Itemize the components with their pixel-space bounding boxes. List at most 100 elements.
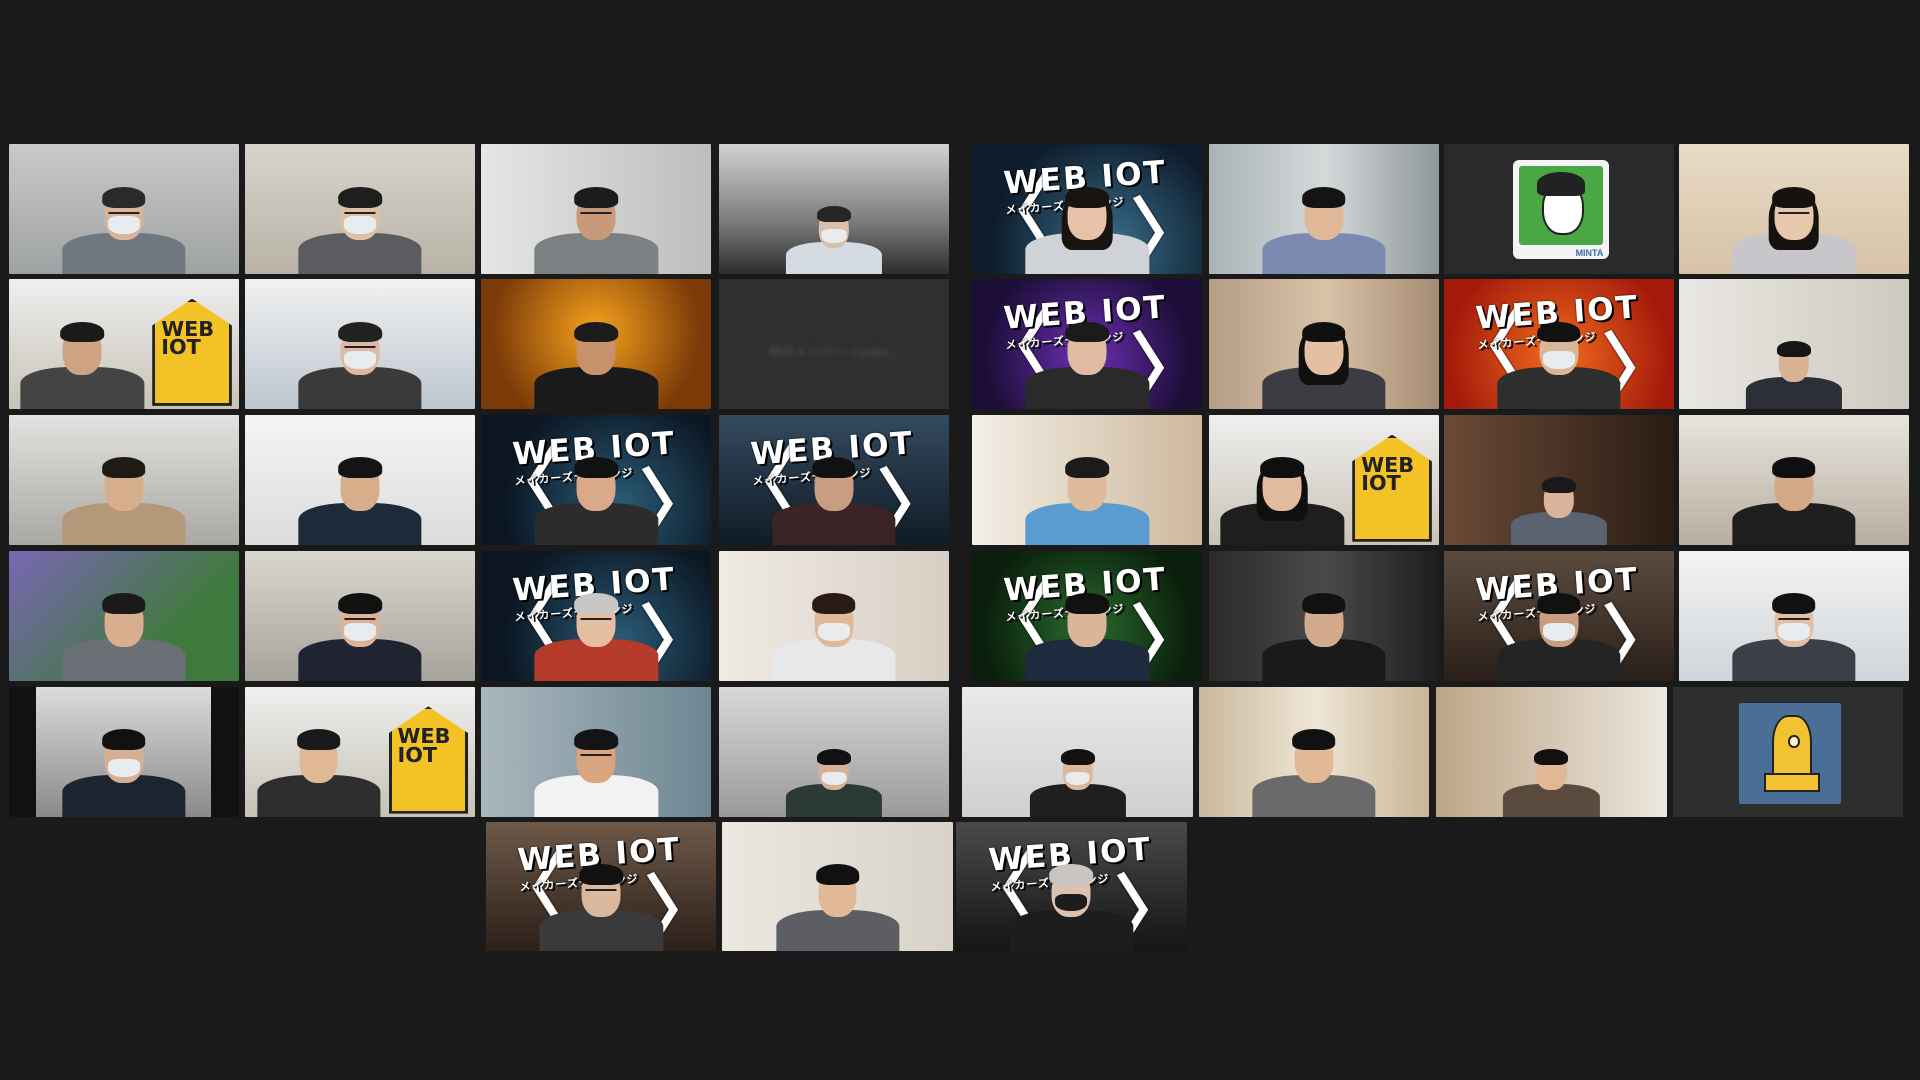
participant-tile[interactable] [481, 279, 712, 409]
face-mask [1055, 893, 1088, 912]
robot-eye [1788, 735, 1800, 749]
glasses [344, 346, 376, 349]
participant-tile[interactable] [972, 415, 1203, 545]
participant-hair [101, 457, 146, 479]
glasses [580, 211, 612, 214]
participant-tile[interactable]: 〈〉WEB IOTメイカーズチャレンジ [972, 144, 1203, 275]
participant-tile[interactable]: 〈〉WEB IOTメイカーズチャレンジ [481, 415, 712, 545]
participant-tile[interactable] [1678, 144, 1909, 275]
participant-tile[interactable] [718, 144, 949, 275]
face-mask [344, 351, 376, 369]
participant-tile[interactable]: 〈〉WEB IOTメイカーズチャレンジ [972, 279, 1203, 409]
participant-tile[interactable] [718, 686, 949, 817]
participant-hair [101, 729, 146, 751]
participant-tile[interactable]: MINTA [1443, 144, 1674, 275]
participant-tile[interactable] [722, 821, 953, 952]
face-mask [821, 771, 847, 786]
glasses [344, 618, 376, 621]
participant-tile[interactable] [8, 144, 239, 275]
participant-hair [338, 186, 382, 208]
participant-tile[interactable]: WEB IOT [8, 279, 239, 409]
face-mask [817, 623, 850, 641]
participant-hair [1301, 593, 1346, 615]
participant-tile[interactable] [1678, 415, 1909, 545]
profile-picture-art [1518, 166, 1604, 245]
participant-tile[interactable] [8, 686, 239, 817]
participant-hair [816, 748, 851, 765]
participant-hair [338, 593, 382, 615]
participant-hair [101, 593, 146, 615]
participant-hair [574, 457, 619, 479]
participant-tile[interactable] [244, 415, 476, 545]
face-mask [344, 623, 376, 641]
participant-hair [1060, 748, 1095, 765]
glasses [108, 211, 140, 214]
participant-tile[interactable]: WEB IOT [244, 686, 476, 817]
participant-hair [296, 729, 341, 751]
participant-hair [815, 864, 860, 885]
house-sign-text: WEB IOT [161, 316, 215, 360]
letterbox-left [8, 686, 37, 817]
glasses [1778, 618, 1810, 621]
participant-tile[interactable]: 〈〉WEB IOTメイカーズチャレンジ [972, 551, 1203, 681]
participant-tile[interactable] [481, 686, 712, 817]
face-mask [1542, 351, 1575, 369]
participant-hair [574, 729, 619, 751]
avatar-caption: MINTA [1575, 247, 1604, 258]
house-sign-text: WEB IOT [397, 724, 451, 768]
face-mask [1065, 771, 1090, 786]
participant-hair [1534, 748, 1569, 765]
participant-hair [1049, 864, 1094, 885]
face-mask [107, 758, 140, 777]
participant-hair [1065, 321, 1110, 343]
letterbox-right [211, 686, 239, 817]
participant-tile[interactable] [244, 551, 476, 681]
participant-hair [1065, 593, 1110, 615]
participant-tile[interactable] [718, 551, 949, 681]
participant-tile[interactable] [962, 686, 1193, 817]
participant-tile[interactable] [1208, 279, 1439, 409]
participant-tile[interactable]: 他のメンバー: Lyubo... [718, 279, 949, 409]
profile-picture: MINTA [1512, 160, 1610, 259]
participant-hair [1772, 457, 1816, 479]
participant-tile[interactable] [8, 551, 239, 681]
participant-tile[interactable] [1678, 551, 1909, 681]
participant-tile[interactable] [1208, 551, 1439, 681]
participant-tile[interactable]: 〈〉WEB IOTメイカーズチャレンジ [956, 821, 1187, 952]
participant-tile[interactable] [1208, 144, 1439, 275]
participant-hair [574, 321, 619, 343]
participant-hair [338, 457, 382, 479]
participant-tile[interactable] [1436, 686, 1667, 817]
participant-tile[interactable]: 〈〉WEB IOTメイカーズチャレンジ [1443, 551, 1674, 681]
face-mask [1777, 623, 1810, 641]
participant-hair [1292, 729, 1336, 751]
participant-hair [1536, 321, 1581, 343]
participant-hair [1776, 340, 1811, 357]
avatar-hair [1537, 172, 1585, 196]
participant-hair [101, 186, 146, 208]
participant-hair [812, 457, 856, 479]
participant-tile[interactable]: 〈〉WEB IOTメイカーズチャレンジ [486, 821, 717, 952]
face-mask [821, 229, 847, 244]
participant-tile[interactable] [1198, 686, 1429, 817]
participant-tile[interactable]: 〈〉WEB IOTメイカーズチャレンジ [481, 551, 712, 681]
glasses [1778, 211, 1810, 214]
participant-tile[interactable] [244, 144, 476, 275]
participant-tile[interactable]: WEB IOT [1208, 415, 1439, 545]
participant-tile[interactable] [481, 144, 712, 275]
participant-tile[interactable] [1672, 686, 1903, 817]
face-mask [1542, 623, 1575, 641]
participant-tile[interactable] [1678, 279, 1909, 409]
participant-hair [1065, 457, 1110, 479]
participant-tile[interactable] [1443, 415, 1674, 545]
robot-base [1763, 773, 1821, 792]
participant-tile[interactable]: 〈〉WEB IOTメイカーズチャレンジ [718, 415, 949, 545]
participant-tile[interactable] [8, 415, 239, 545]
participant-hair [574, 186, 619, 208]
glasses [585, 888, 617, 891]
participant-hair [812, 593, 856, 615]
glasses [580, 618, 612, 621]
participant-name-blurred: 他のメンバー: Lyubo... [768, 344, 900, 360]
participant-tile[interactable]: 〈〉WEB IOTメイカーズチャレンジ [1443, 279, 1674, 409]
participant-tile[interactable] [244, 279, 476, 409]
